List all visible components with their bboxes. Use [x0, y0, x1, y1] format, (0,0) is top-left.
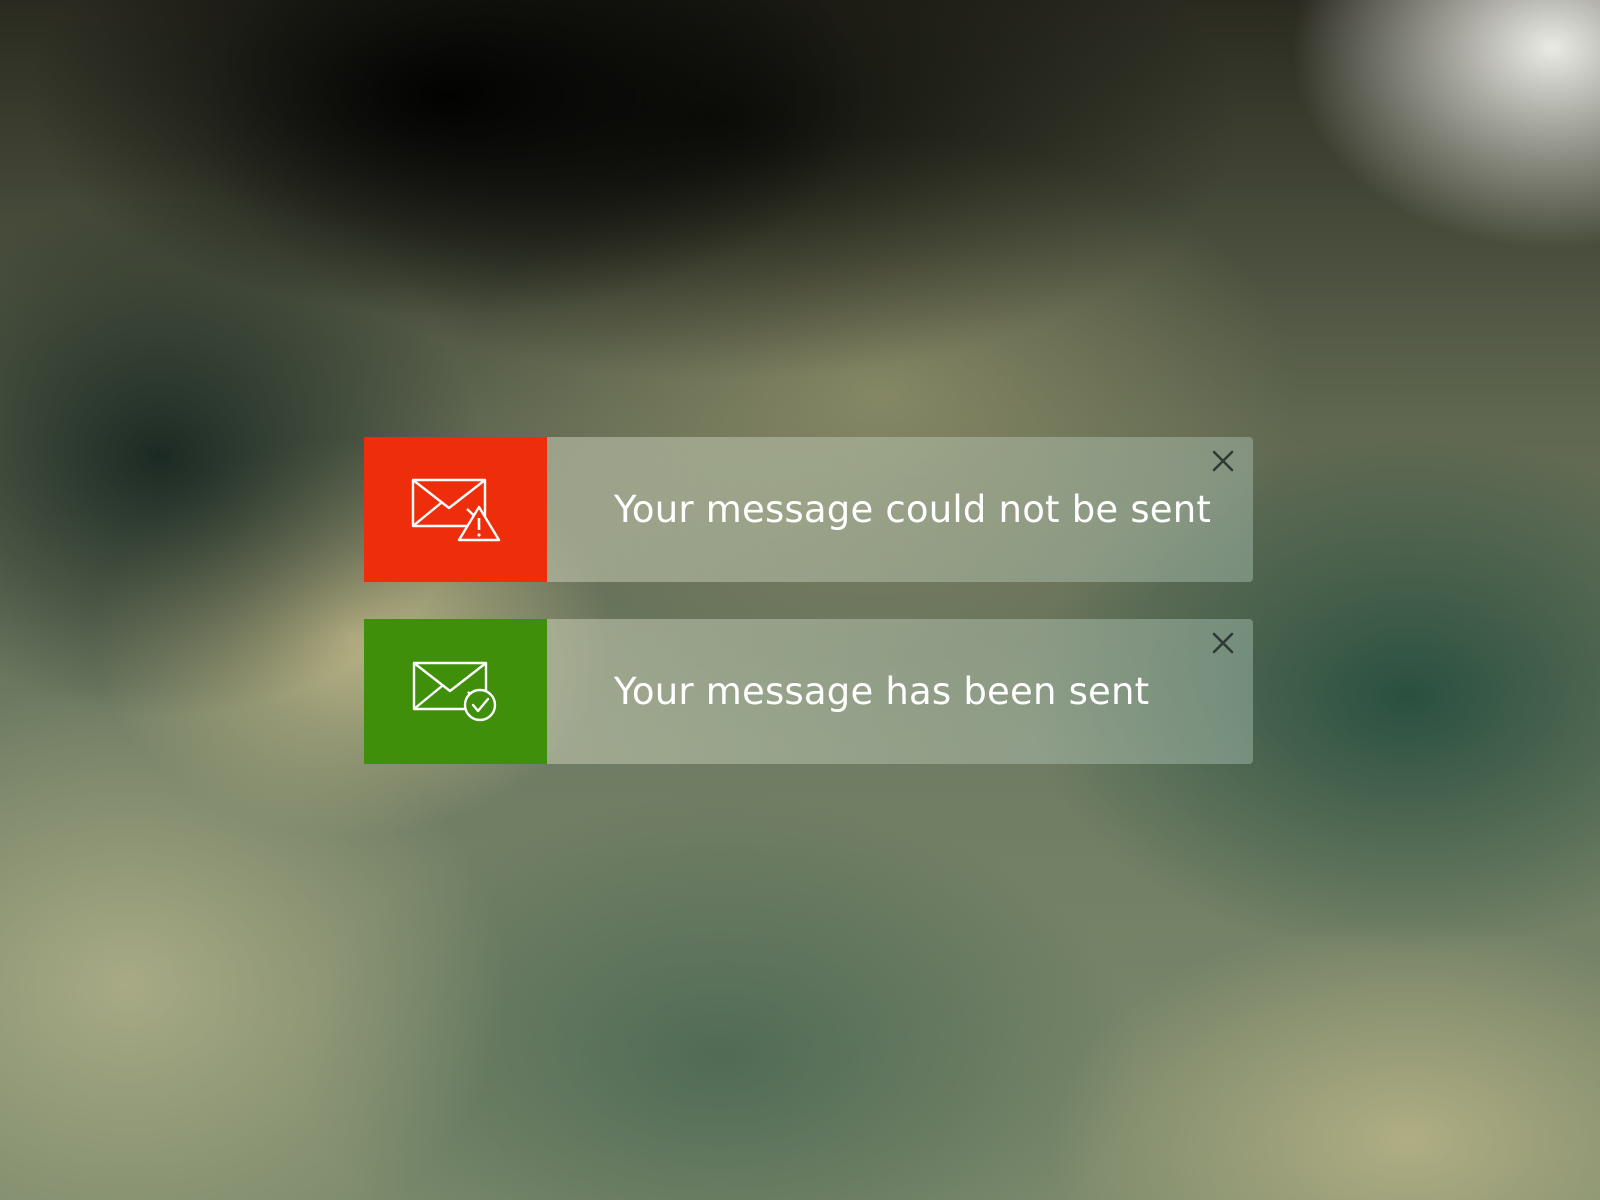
- mail-check-icon: [412, 661, 496, 721]
- notification-body: Your message could not be sent: [547, 437, 1253, 582]
- close-button[interactable]: [1209, 447, 1237, 475]
- success-icon-panel: [364, 619, 547, 764]
- error-icon-panel: [364, 437, 547, 582]
- close-icon: [1212, 632, 1234, 654]
- notification-message: Your message has been sent: [614, 670, 1150, 713]
- close-icon: [1212, 450, 1234, 472]
- mail-warning-icon: [411, 478, 500, 541]
- notification-error: Your message could not be sent: [364, 437, 1253, 582]
- notification-message: Your message could not be sent: [614, 488, 1212, 531]
- close-button[interactable]: [1209, 629, 1237, 657]
- notification-body: Your message has been sent: [547, 619, 1253, 764]
- notification-success: Your message has been sent: [364, 619, 1253, 764]
